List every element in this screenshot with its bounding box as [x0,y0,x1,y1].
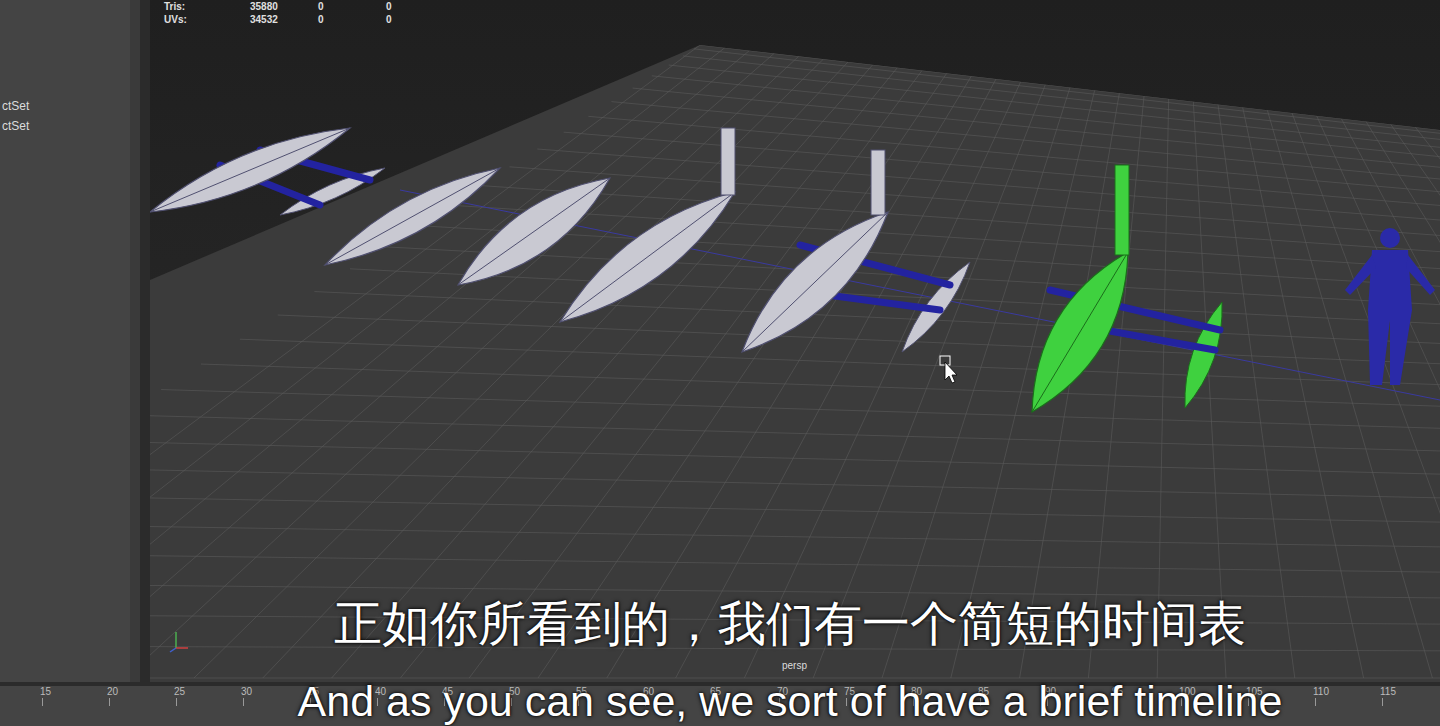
outliner-panel: ctSetctSet [0,0,140,682]
masted-hull-model[interactable] [560,128,735,322]
hud-row: Tris:3588000 [164,0,454,13]
maya-window: ctSetctSet Tris:3588000UVs:3453200 persp 15… [0,0,1440,726]
outrigger-canoe-model[interactable] [150,128,385,215]
subtitle-english: And as you can see, we sort of have a br… [0,677,1440,725]
dugout-model[interactable] [325,168,500,265]
outliner-item[interactable]: ctSet [0,116,140,136]
outliner-scrollbar[interactable] [130,0,140,682]
hud-row: UVs:3453200 [164,13,454,26]
outrigger-boat-model[interactable] [742,150,970,352]
scene-canvas[interactable] [150,0,1440,682]
timeline-tick: 20 [107,686,174,706]
outrigger-boat-model[interactable] [1032,165,1222,412]
timeline-tick: 115 [1380,686,1440,706]
viewport[interactable]: Tris:3588000UVs:3453200 persp [150,0,1440,682]
hull-model[interactable] [458,178,610,285]
subtitle-chinese: 正如你所看到的，我们有一个简短的时间表 [0,596,1440,652]
timeline-tick: 15 [40,686,107,706]
mouse-cursor-icon [940,356,957,383]
outliner-item[interactable]: ctSet [0,96,140,116]
hud-stats: Tris:3588000UVs:3453200 [164,0,454,26]
camera-label: persp [782,658,807,673]
timeline-tick: 25 [174,686,241,706]
timeline-tick: 110 [1313,686,1380,706]
human-figure[interactable] [1345,228,1435,385]
axis-icon [170,632,188,652]
